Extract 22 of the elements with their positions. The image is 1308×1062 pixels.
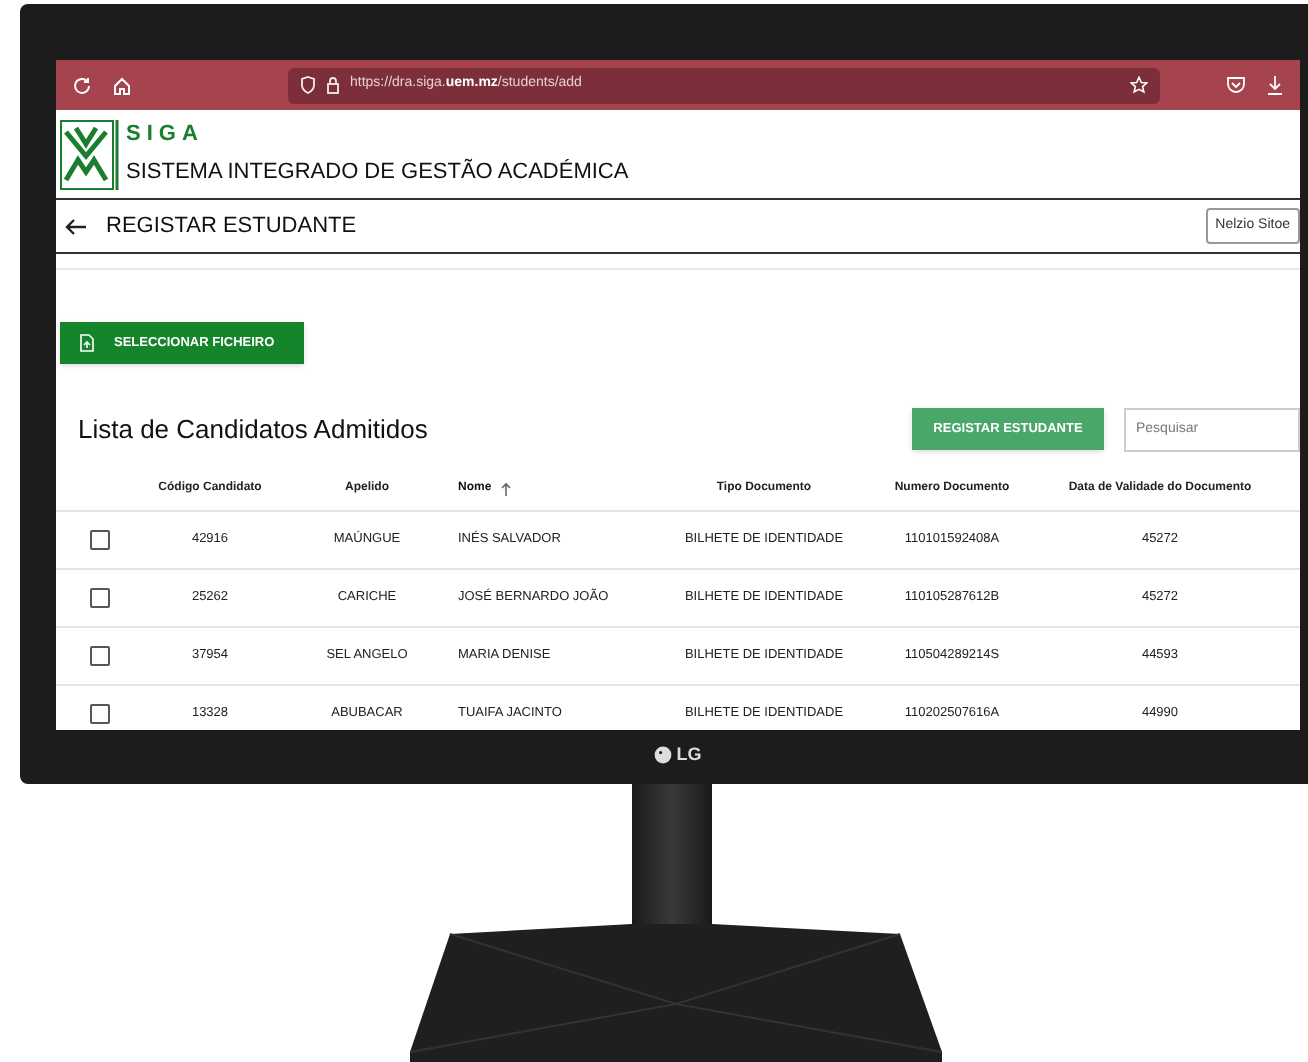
file-icon — [80, 334, 94, 352]
row-checkbox[interactable] — [90, 588, 110, 608]
download-icon[interactable] — [1266, 75, 1284, 95]
brand-logo-icon — [654, 746, 673, 765]
logo-icon — [60, 119, 120, 189]
home-icon[interactable] — [112, 75, 132, 95]
lock-icon — [326, 76, 340, 94]
reload-icon[interactable] — [72, 75, 92, 95]
monitor-neck — [632, 784, 712, 924]
star-icon[interactable] — [1130, 76, 1148, 94]
row-checkbox[interactable] — [90, 704, 110, 724]
shield-icon — [300, 76, 316, 94]
row-checkbox[interactable] — [90, 646, 110, 666]
list-title: Lista de Candidatos Admitidos — [78, 411, 428, 448]
pocket-icon[interactable] — [1226, 76, 1246, 94]
logo-text: SIGA — [126, 124, 204, 146]
row-checkbox[interactable] — [90, 530, 110, 550]
brand-label: LG — [676, 742, 702, 768]
page-title: REGISTAR ESTUDANTE — [106, 211, 357, 242]
sort-up-icon — [499, 481, 512, 495]
back-arrow-icon[interactable] — [64, 217, 86, 235]
app-subtitle: SISTEMA INTEGRADO DE GESTÃO ACADÉMICA — [126, 162, 629, 184]
